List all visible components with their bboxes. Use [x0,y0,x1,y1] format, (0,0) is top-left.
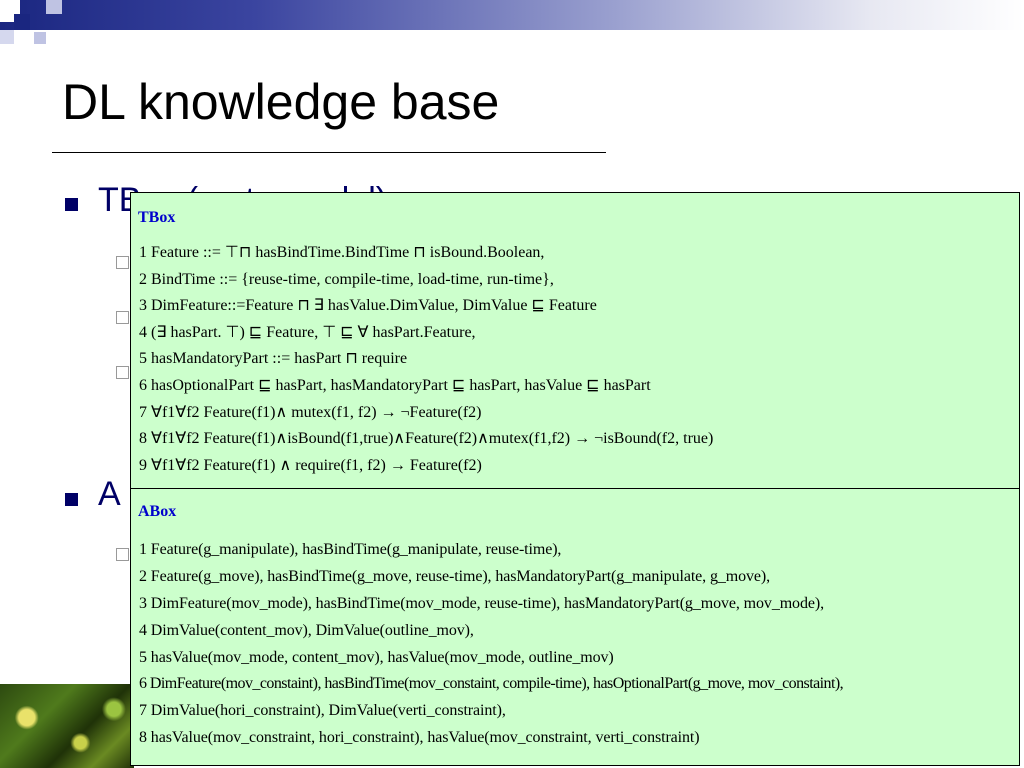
header-band [0,0,1024,30]
abox-assertion: 6 DimFeature(mov_constaint), hasBindTime… [139,675,844,693]
bullet-square-icon [65,493,78,506]
campus-photo [0,684,134,768]
bullet-abox: A [98,475,121,513]
abox-assertion-list: 1 Feature(g_manipulate), hasBindTime(g_m… [139,537,1015,752]
title-divider [52,152,606,153]
abox-assertion: 4 DimValue(content_mov), DimValue(outlin… [139,621,474,639]
tbox-axiom: 6 hasOptionalPart ⊑ hasPart, hasMandator… [139,376,651,394]
tbox-axiom: 5 hasMandatoryPart ::= hasPart ⊓ require [139,350,408,368]
sub-bullet-icon [116,366,129,379]
decor-square [14,14,30,30]
slide-title: DL knowledge base [62,74,500,130]
abox-panel: ABox 1 Feature(g_manipulate), hasBindTim… [130,488,1020,766]
tbox-axiom-list: 1 Feature ::= ⊤⊓ hasBindTime.BindTime ⊓ … [139,240,1015,479]
tbox-axiom: 9 ∀f1∀f2 Feature(f1) ∧ require(f1, f2) →… [139,456,482,474]
decor-square [46,0,62,14]
sub-bullet-icon [116,311,129,324]
decor-square [0,30,14,44]
sub-bullet-icon [116,256,129,269]
tbox-axiom: 7 ∀f1∀f2 Feature(f1)∧ mutex(f1, f2) → ¬F… [139,403,482,421]
sub-bullet-icon [116,548,129,561]
abox-assertion: 8 hasValue(mov_constraint, hori_constrai… [139,729,700,747]
tbox-axiom: 3 DimFeature::=Feature ⊓ ∃ hasValue.DimV… [139,297,597,315]
tbox-heading: TBox [138,209,176,226]
abox-assertion: 3 DimFeature(mov_mode), hasBindTime(mov_… [139,594,824,612]
abox-assertion: 2 Feature(g_move), hasBindTime(g_move, r… [139,567,771,585]
tbox-axiom: 4 (∃ hasPart. ⊤) ⊑ Feature, ⊤ ⊑ ∀ hasPar… [139,323,476,341]
decor-square [34,32,46,44]
abox-assertion: 1 Feature(g_manipulate), hasBindTime(g_m… [139,541,562,558]
bullet-square-icon [65,198,78,211]
abox-assertion: 7 DimValue(hori_constraint), DimValue(ve… [139,702,506,720]
tbox-panel: TBox 1 Feature ::= ⊤⊓ hasBindTime.BindTi… [130,192,1020,489]
abox-assertion: 5 hasValue(mov_mode, content_mov), hasVa… [139,648,614,666]
tbox-axiom: 2 BindTime ::= {reuse-time, compile-time… [139,270,554,288]
tbox-axiom: 8 ∀f1∀f2 Feature(f1)∧isBound(f1,true)∧Fe… [139,430,714,448]
abox-heading: ABox [138,503,177,520]
tbox-axiom: 1 Feature ::= ⊤⊓ hasBindTime.BindTime ⊓ … [139,244,545,261]
